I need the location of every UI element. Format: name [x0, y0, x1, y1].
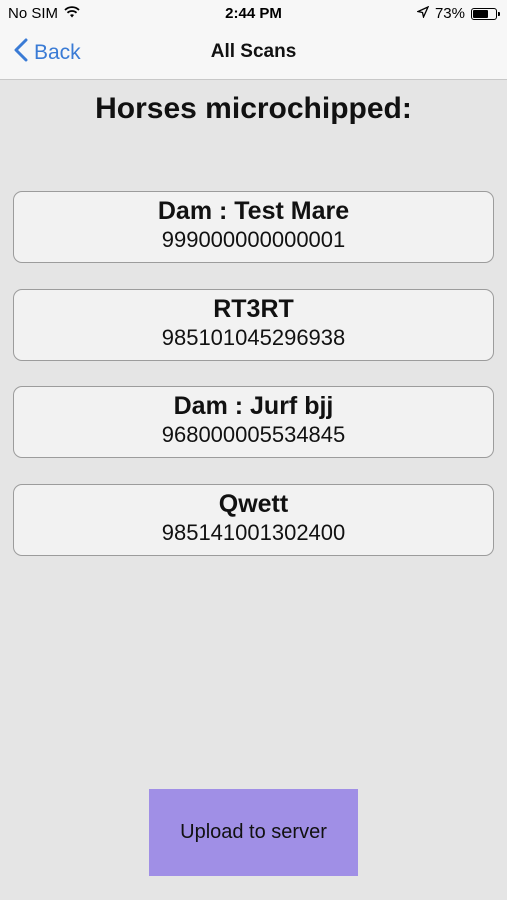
horse-name: Qwett [218, 490, 289, 518]
chip-number: 968000005534845 [161, 422, 346, 447]
scan-card[interactable]: Dam : Test Mare 999000000000001 [13, 191, 494, 263]
nav-bar: Back All Scans [0, 28, 507, 80]
battery-tip [498, 11, 500, 16]
battery-icon [471, 7, 500, 20]
battery-percent: 73% [434, 5, 465, 22]
page-title: All Scans [210, 41, 297, 62]
location-icon [415, 5, 430, 22]
status-bar: No SIM 2:44 PM 73% [0, 0, 507, 28]
chip-number: 999000000000001 [161, 227, 346, 252]
chip-number: 985141001302400 [161, 520, 346, 545]
horse-name: RT3RT [213, 295, 294, 323]
horse-name: Dam : Test Mare [157, 197, 350, 225]
battery-fill [473, 9, 488, 18]
section-heading: Horses microchipped: [95, 92, 412, 125]
horse-name: Dam : Jurf bjj [173, 392, 334, 420]
scan-card[interactable]: RT3RT 985101045296938 [13, 289, 494, 361]
status-right: 73% [415, 5, 500, 22]
chip-number: 985101045296938 [161, 325, 346, 350]
upload-button[interactable]: Upload to server [149, 789, 358, 876]
scan-card[interactable]: Dam : Jurf bjj 968000005534845 [13, 386, 494, 458]
scan-card[interactable]: Qwett 985141001302400 [13, 484, 494, 556]
